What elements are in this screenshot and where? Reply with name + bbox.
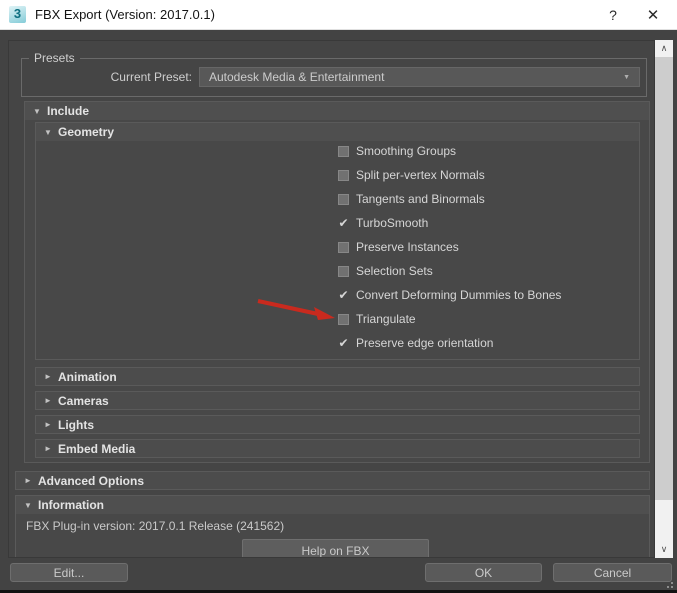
vertical-scrollbar[interactable]: ∧ ∨	[655, 40, 673, 558]
resize-grip[interactable]	[671, 586, 673, 588]
include-panel: ▼ Include ▼ Geometry Smoothing Groups Spl…	[24, 101, 650, 463]
triangle-right-icon: ►	[44, 372, 52, 381]
geometry-options: Smoothing Groups Split per-vertex Normals…	[337, 139, 561, 355]
checkbox-label: TurboSmooth	[356, 216, 429, 230]
checkbox-box	[338, 169, 349, 181]
close-icon[interactable]: ✕	[633, 0, 673, 30]
geometry-option-row: Preserve Instances	[337, 235, 561, 259]
current-preset-label: Current Preset:	[110, 70, 192, 84]
geometry-option-row: Smoothing Groups	[337, 139, 561, 163]
section-header-include[interactable]: ▼ Include	[25, 102, 649, 120]
section-header-animation[interactable]: ► Animation	[35, 367, 640, 386]
edit-button[interactable]: Edit...	[10, 563, 128, 582]
scroll-up-icon[interactable]: ∧	[655, 40, 673, 57]
section-label: Information	[38, 498, 104, 512]
window-title: FBX Export (Version: 2017.0.1)	[35, 7, 215, 22]
triangle-right-icon: ►	[44, 444, 52, 453]
checkbox-unchecked[interactable]	[337, 313, 350, 326]
fbx-export-dialog: 3 FBX Export (Version: 2017.0.1) ? ✕ Pre…	[0, 0, 677, 593]
checkbox-box	[338, 313, 349, 325]
check-icon: ✔	[338, 288, 349, 302]
checkbox-checked[interactable]: ✔	[337, 337, 350, 350]
help-on-fbx-button[interactable]: Help on FBX	[242, 539, 429, 557]
section-label: Animation	[58, 369, 117, 384]
checkbox-checked[interactable]: ✔	[337, 217, 350, 230]
section-label: Cameras	[58, 393, 109, 408]
help-icon[interactable]: ?	[593, 0, 633, 30]
content-viewport: Presets Current Preset: Autodesk Media &…	[8, 40, 655, 558]
geometry-panel: ▼ Geometry Smoothing Groups Split per-ver…	[35, 122, 640, 360]
current-preset-value: Autodesk Media & Entertainment	[209, 70, 385, 84]
current-preset-dropdown[interactable]: Autodesk Media & Entertainment ▼	[199, 67, 640, 87]
scrollbar-thumb[interactable]	[655, 57, 673, 500]
section-header-information[interactable]: ▼ Information	[16, 496, 649, 514]
section-header-lights[interactable]: ► Lights	[35, 415, 640, 434]
scroll-down-icon[interactable]: ∨	[655, 541, 673, 558]
checkbox-unchecked[interactable]	[337, 241, 350, 254]
plugin-version-text: FBX Plug-in version: 2017.0.1 Release (2…	[26, 519, 285, 533]
geometry-option-row: ✔ Convert Deforming Dummies to Bones	[337, 283, 561, 307]
triangle-down-icon: ▼	[44, 127, 52, 137]
checkbox-label: Selection Sets	[356, 264, 433, 278]
3dsmax-app-icon: 3	[9, 6, 26, 23]
information-panel: ▼ Information FBX Plug-in version: 2017.…	[15, 495, 650, 557]
checkbox-checked[interactable]: ✔	[337, 289, 350, 302]
section-header-advanced-options[interactable]: ► Advanced Options	[15, 471, 650, 490]
geometry-option-row: ✔ TurboSmooth	[337, 211, 561, 235]
presets-group: Presets Current Preset: Autodesk Media &…	[21, 51, 647, 97]
titlebar: 3 FBX Export (Version: 2017.0.1) ? ✕	[0, 0, 677, 30]
triangle-right-icon: ►	[24, 476, 32, 485]
chevron-down-icon: ▼	[623, 73, 630, 81]
checkbox-label: Smoothing Groups	[356, 144, 457, 158]
checkbox-unchecked[interactable]	[337, 265, 350, 278]
triangle-down-icon: ▼	[33, 106, 41, 116]
geometry-option-row: Tangents and Binormals	[337, 187, 561, 211]
check-icon: ✔	[338, 216, 349, 230]
checkbox-label: Triangulate	[356, 312, 416, 326]
geometry-option-row: ✔ Preserve edge orientation	[337, 331, 561, 355]
triangle-right-icon: ►	[44, 396, 52, 405]
checkbox-label: Tangents and Binormals	[356, 192, 485, 206]
section-label: Geometry	[58, 125, 115, 139]
checkbox-box	[338, 193, 349, 205]
checkbox-box	[338, 145, 349, 157]
section-label: Include	[47, 104, 90, 118]
checkbox-box	[338, 241, 349, 253]
section-header-embed-media[interactable]: ► Embed Media	[35, 439, 640, 458]
cancel-button[interactable]: Cancel	[553, 563, 672, 582]
geometry-option-row: Triangulate	[337, 307, 561, 331]
geometry-option-row: Split per-vertex Normals	[337, 163, 561, 187]
checkbox-label: Convert Deforming Dummies to Bones	[356, 288, 562, 302]
section-label: Embed Media	[58, 441, 136, 456]
section-label: Advanced Options	[38, 473, 145, 488]
checkbox-box	[338, 265, 349, 277]
geometry-option-row: Selection Sets	[337, 259, 561, 283]
section-header-cameras[interactable]: ► Cameras	[35, 391, 640, 410]
ok-button[interactable]: OK	[425, 563, 542, 582]
checkbox-unchecked[interactable]	[337, 145, 350, 158]
checkbox-label: Preserve edge orientation	[356, 336, 494, 350]
checkbox-unchecked[interactable]	[337, 169, 350, 182]
section-label: Lights	[58, 417, 94, 432]
check-icon: ✔	[338, 336, 349, 350]
triangle-down-icon: ▼	[24, 500, 32, 510]
checkbox-unchecked[interactable]	[337, 193, 350, 206]
checkbox-label: Preserve Instances	[356, 240, 459, 254]
triangle-right-icon: ►	[44, 420, 52, 429]
presets-group-label: Presets	[29, 51, 80, 65]
checkbox-label: Split per-vertex Normals	[356, 168, 485, 182]
